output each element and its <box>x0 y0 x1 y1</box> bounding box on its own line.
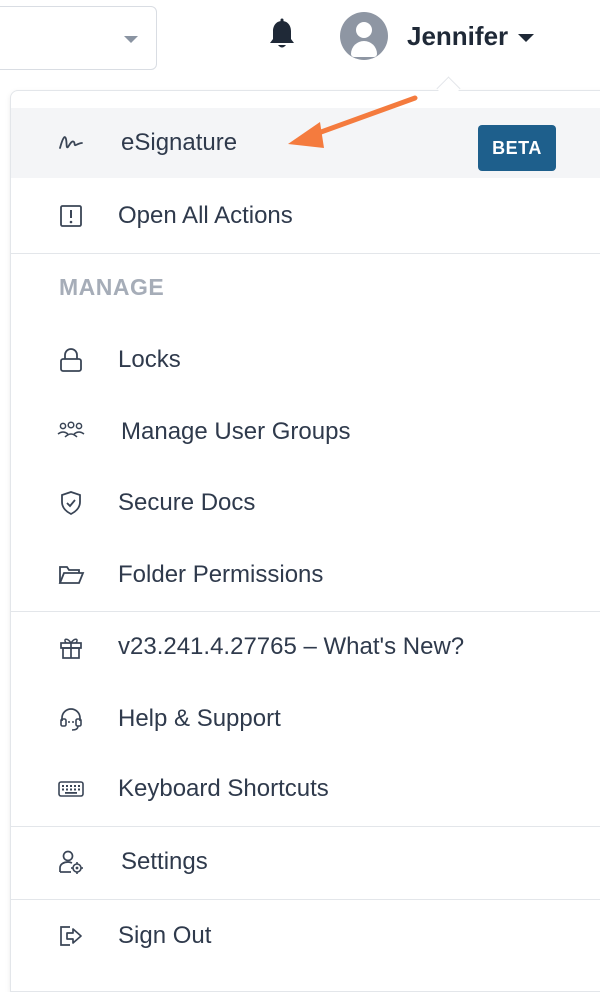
user-name: Jennifer <box>407 20 509 51</box>
keyboard-icon <box>55 773 87 805</box>
workspace-select[interactable] <box>0 6 157 70</box>
section-title-manage: MANAGE <box>59 274 165 300</box>
menu-item-label: Sign Out <box>118 922 212 949</box>
menu-item-label: Locks <box>118 346 181 373</box>
top-bar: Jennifer <box>0 0 600 80</box>
menu-item-manage-user-groups[interactable]: Manage User Groups <box>11 397 600 467</box>
menu-item-settings[interactable]: Settings <box>11 827 600 897</box>
bell-icon[interactable] <box>266 18 298 52</box>
user-settings-icon <box>55 846 87 878</box>
shield-check-icon <box>55 487 87 519</box>
menu-item-folder-permissions[interactable]: Folder Permissions <box>11 540 600 610</box>
menu-item-label: eSignature <box>121 129 238 156</box>
divider <box>11 253 600 254</box>
sign-out-icon <box>55 920 87 952</box>
user-menu-button[interactable]: Jennifer <box>340 10 535 62</box>
exclamation-box-icon <box>55 200 87 232</box>
menu-item-keyboard-shortcuts[interactable]: Keyboard Shortcuts <box>11 754 600 824</box>
users-group-icon <box>55 416 87 448</box>
chevron-down-icon <box>518 34 535 42</box>
gift-icon <box>55 631 87 663</box>
divider <box>11 899 600 900</box>
menu-item-label: Secure Docs <box>118 489 256 516</box>
lock-icon <box>55 344 87 376</box>
menu-item-label: Keyboard Shortcuts <box>118 775 329 802</box>
beta-badge: BETA <box>478 125 556 171</box>
user-dropdown-menu: eSignature BETA Open All Actions MANAGE … <box>10 90 600 992</box>
folder-open-icon <box>55 559 87 591</box>
menu-item-label: Folder Permissions <box>118 561 324 588</box>
menu-item-locks[interactable]: Locks <box>11 325 600 395</box>
menu-item-label: Open All Actions <box>118 202 293 229</box>
menu-item-label: Settings <box>121 848 208 875</box>
menu-item-secure-docs[interactable]: Secure Docs <box>11 468 600 538</box>
headset-icon <box>55 703 87 735</box>
avatar <box>340 12 388 60</box>
menu-item-whats-new[interactable]: v23.241.4.27765 – What's New? <box>11 612 600 682</box>
chevron-down-icon <box>124 36 138 43</box>
annotation-arrow-icon <box>288 95 418 148</box>
menu-item-open-all-actions[interactable]: Open All Actions <box>11 181 600 251</box>
signature-icon <box>55 127 87 159</box>
menu-item-label: Manage User Groups <box>121 418 351 445</box>
menu-item-label: Help & Support <box>118 705 281 732</box>
menu-item-help-support[interactable]: Help & Support <box>11 684 600 754</box>
menu-item-label: v23.241.4.27765 – What's New? <box>118 633 465 660</box>
menu-item-sign-out[interactable]: Sign Out <box>11 901 600 971</box>
